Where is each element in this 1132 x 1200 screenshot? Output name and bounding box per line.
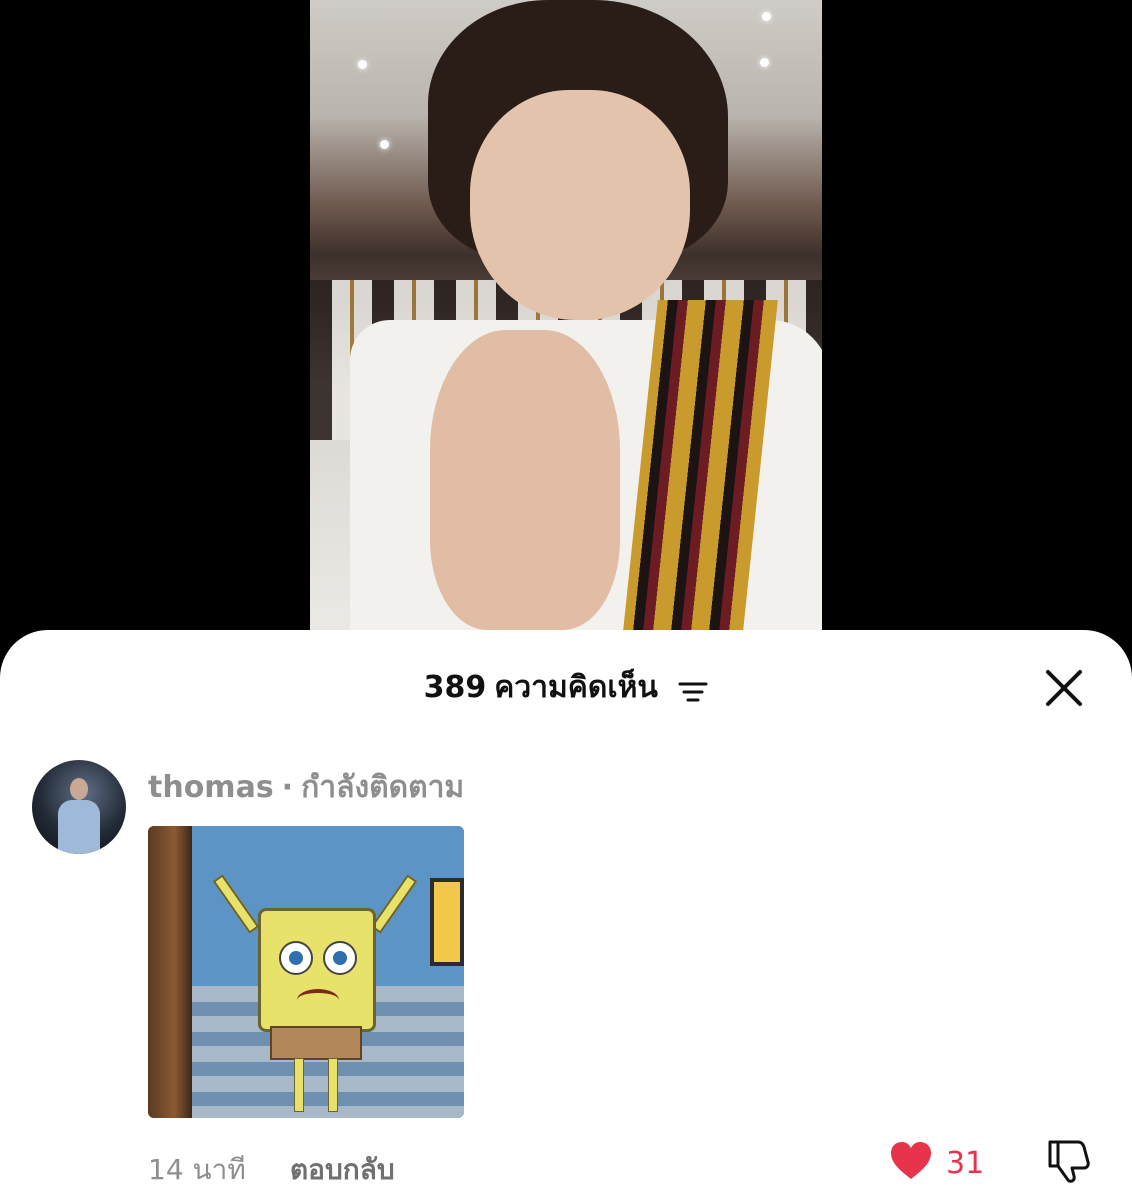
ceiling-light — [760, 58, 769, 67]
like-button[interactable] — [888, 1138, 934, 1184]
comments-sheet: 389 ความคิดเห็น thomas · กำลังติดตาม 14 … — [0, 630, 1132, 1200]
comment-username[interactable]: thomas — [148, 770, 274, 805]
ceiling-light — [380, 140, 389, 149]
close-button[interactable] — [1040, 664, 1088, 712]
comment-item: thomas · กำลังติดตาม 14 นาที ตอบกลับ 31 — [0, 740, 1132, 1200]
thumbs-down-icon — [1048, 1140, 1090, 1183]
reply-button[interactable]: ตอบกลับ — [290, 1148, 395, 1192]
comment-count: 389 — [423, 670, 487, 705]
sort-lines-icon[interactable] — [678, 676, 708, 701]
sticker-eye-right — [323, 941, 357, 975]
comments-title: 389 ความคิดเห็น — [0, 664, 1132, 711]
avatar-figure-head — [70, 778, 88, 800]
comments-header: 389 ความคิดเห็น — [0, 630, 1132, 740]
sticker-plaque — [430, 878, 464, 966]
person-face — [470, 90, 690, 320]
avatar-figure-body — [58, 800, 100, 854]
close-icon — [1046, 670, 1082, 706]
video-area[interactable] — [0, 0, 1132, 660]
following-status: กำลังติดตาม — [301, 770, 465, 805]
ceiling-light — [358, 60, 367, 69]
dislike-button[interactable] — [1044, 1136, 1092, 1184]
comment-timestamp: 14 นาที — [148, 1153, 246, 1186]
comment-meta: thomas · กำลังติดตาม — [148, 764, 464, 811]
ceiling-light — [762, 12, 771, 21]
meta-separator: · — [281, 770, 294, 805]
sticker-leg-right — [328, 1058, 338, 1112]
spongebob-sticker-image[interactable] — [148, 826, 464, 1118]
sticker-character — [258, 908, 376, 1032]
like-count: 31 — [946, 1146, 985, 1181]
comments-label: ความคิดเห็น — [494, 670, 658, 705]
sticker-eye-left — [279, 941, 313, 975]
sticker-door-frame — [148, 826, 192, 1118]
heart-icon — [891, 1142, 931, 1179]
video-frame[interactable] — [310, 0, 822, 640]
sticker-pants — [270, 1026, 362, 1060]
avatar[interactable] — [32, 760, 126, 854]
sticker-mouth — [297, 989, 339, 1011]
peace-sign-hand — [430, 330, 620, 630]
sticker-leg-left — [294, 1058, 304, 1112]
